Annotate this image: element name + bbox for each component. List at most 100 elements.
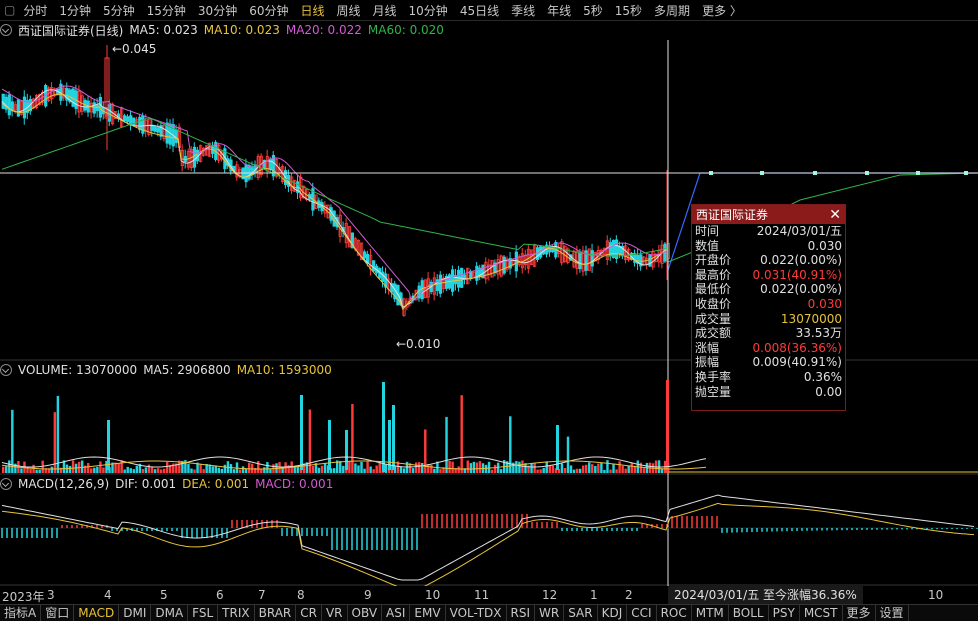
indicator-tab-8[interactable]: CR [296,605,322,621]
axis-label: 2023年 [2,590,45,604]
volume-bar [560,463,564,473]
indicator-tab-9[interactable]: VR [322,605,348,621]
volume-bar [578,468,582,473]
volume-bar [433,468,436,473]
volume-bar [135,465,139,473]
candle-body [372,260,376,272]
volume-bar [539,469,542,473]
volume-bar [451,461,454,473]
volume-bar [375,465,378,473]
indicator-tab-17[interactable]: KDJ [598,605,628,621]
volume-bar [472,461,476,473]
popup-key: 最高价 [695,267,732,282]
indicator-tab-22[interactable]: PSY [769,605,800,621]
volume-bar [597,463,600,473]
volume-bar [2,466,5,473]
volume-bar [345,430,348,470]
indicator-tab-6[interactable]: TRIX [218,605,255,621]
volume-bar [411,468,415,473]
indicator-tab-1[interactable]: 窗口 [41,605,75,621]
indicator-tab-23[interactable]: MCST [800,605,843,621]
volume-bar [29,468,32,473]
volume-bar [153,469,157,473]
volume-bar [141,469,145,473]
volume-bar [348,461,351,473]
volume-bar [320,465,324,473]
volume-bar [217,467,221,473]
popup-row: 抛空量 0.00 [692,385,845,400]
candle-body [92,102,96,114]
candle-body [381,271,385,283]
volume-bar [50,466,54,473]
popup-value: 0.031(40.91%) [752,267,842,282]
indicator-tab-16[interactable]: SAR [564,605,598,621]
axis-label: 5 [160,588,168,602]
ma10-line [1,93,668,311]
candle-body [536,247,540,260]
volume-bar [354,463,357,473]
volume-bar [427,464,430,473]
volume-bar [96,466,99,473]
close-icon[interactable]: ✕ [829,207,841,223]
volume-bar [439,469,442,473]
indicator-tab-4[interactable]: DMA [151,605,189,621]
popup-value: 13070000 [780,311,842,326]
ma60-line [1,118,669,257]
volume-bar [563,467,567,473]
indicator-tab-18[interactable]: CCI [627,605,657,621]
volume-bar [572,469,576,473]
indicator-tab-2[interactable]: MACD [74,605,120,621]
popup-row: 最低价 0.022(0.00%) [692,282,845,297]
volume-bar [569,465,573,473]
volume-bar [642,468,646,473]
indicator-tab-14[interactable]: RSI [507,605,536,621]
candle-body [123,115,127,122]
indicator-tab-13[interactable]: VOL-TDX [446,605,507,621]
indicator-tab-12[interactable]: EMV [410,605,446,621]
indicator-tab-21[interactable]: BOLL [729,605,769,621]
volume-bar [594,465,597,473]
volume-bar [366,461,369,473]
indicator-tab-15[interactable]: WR [535,605,565,621]
volume-bar [332,468,336,473]
indicator-tab-3[interactable]: DMI [119,605,152,621]
candle-body [362,251,367,259]
popup-header: 西证国际证券 ✕ [692,205,845,224]
candle-body [138,116,142,131]
volume-bar [469,463,473,473]
low-label: ←0.010 [396,337,440,351]
indicator-tab-7[interactable]: BRAR [255,605,297,621]
volume-bar [214,465,217,473]
axis-label: 3 [47,588,55,602]
volume-bar [269,469,272,473]
candle-body [192,146,197,168]
volume-bar [612,464,615,473]
indicator-tab-19[interactable]: ROC [657,605,692,621]
volume-bar [156,468,160,473]
candle-body [578,252,582,270]
volume-bar [484,464,488,473]
volume-bar [518,461,521,473]
indicator-tab-0[interactable]: 指标A [0,605,42,621]
volume-bar [357,465,360,473]
popup-key: 开盘价 [695,253,732,268]
volume-bar [542,467,545,473]
volume-bar [223,464,227,473]
indicator-tab-10[interactable]: OBV [348,605,383,621]
axis-label: 4 [104,588,112,602]
indicator-tab-24[interactable]: 更多 [843,605,876,621]
volume-bar [615,469,618,473]
popup-key: 成交量 [695,311,732,326]
candle-body [126,116,130,123]
volume-bar [606,460,609,473]
indicator-tab-25[interactable]: 设置 [876,605,909,621]
volume-bar [490,469,494,473]
axis-label: 6 [216,588,224,602]
volume-bar [199,463,202,473]
volume-bar [402,468,406,473]
indicator-tab-20[interactable]: MTM [692,605,729,621]
candle-body [22,96,27,119]
indicator-tab-11[interactable]: ASI [382,605,411,621]
indicator-tab-5[interactable]: FSL [188,605,219,621]
volume-bar [530,463,533,473]
